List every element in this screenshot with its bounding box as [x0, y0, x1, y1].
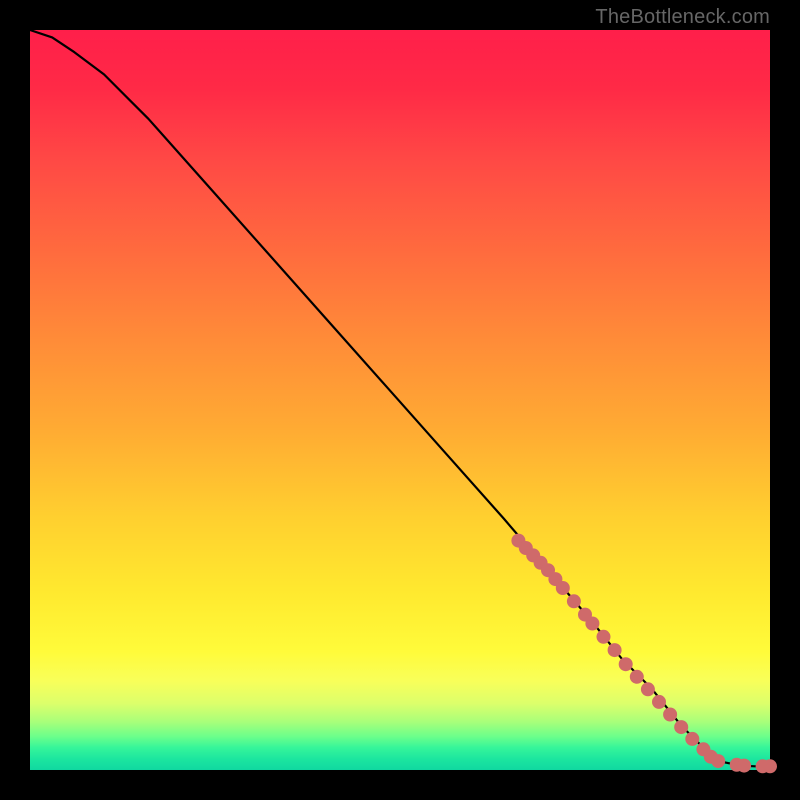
data-point: [597, 630, 611, 644]
data-point: [567, 594, 581, 608]
data-point: [652, 695, 666, 709]
data-point: [619, 657, 633, 671]
data-point: [630, 670, 644, 684]
chart-overlay: [30, 30, 770, 770]
data-point: [641, 682, 655, 696]
data-point: [711, 754, 725, 768]
data-point: [663, 708, 677, 722]
data-point: [674, 720, 688, 734]
data-point: [685, 732, 699, 746]
data-point: [608, 643, 622, 657]
data-point: [763, 759, 777, 773]
data-point: [556, 581, 570, 595]
data-point: [585, 617, 599, 631]
outer-frame: TheBottleneck.com: [0, 0, 800, 800]
chart-points: [511, 534, 777, 774]
chart-curve: [30, 30, 770, 766]
data-point: [737, 759, 751, 773]
watermark-text: TheBottleneck.com: [595, 6, 770, 29]
